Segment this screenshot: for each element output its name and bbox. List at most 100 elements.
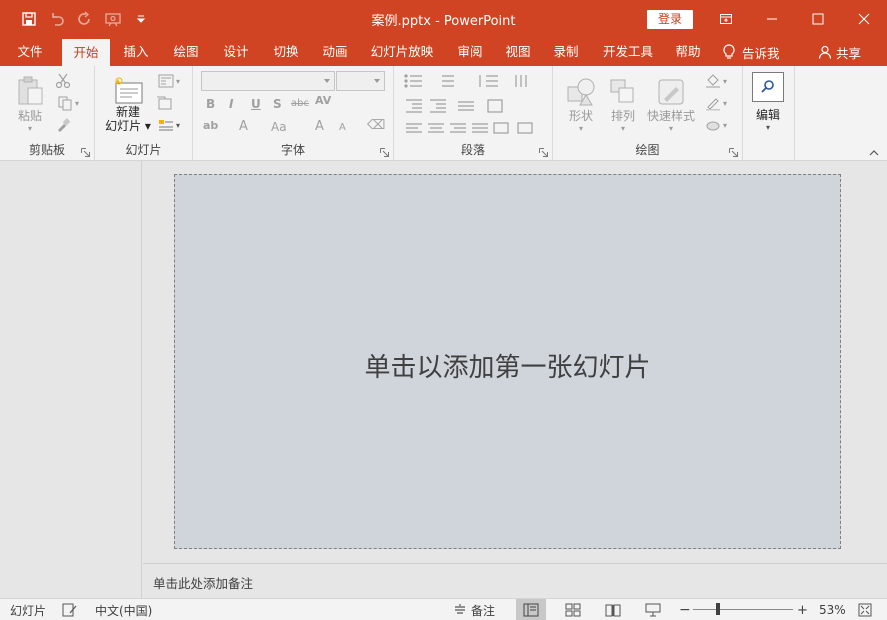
ribbon-display-icon (720, 14, 732, 24)
tab-insert[interactable]: 插入 (116, 38, 156, 66)
zoom-slider-track[interactable] (693, 609, 793, 610)
reset-slide-button[interactable] (155, 94, 173, 112)
language-indicator[interactable]: 中文(中国) (95, 599, 152, 620)
quick-styles-button[interactable]: 快速样式 ▾ (645, 72, 697, 138)
paste-button[interactable]: 粘贴 ▾ (12, 74, 48, 134)
close-button[interactable] (841, 0, 887, 38)
share-button[interactable]: 共享 (818, 38, 861, 66)
ribbon-display-options-button[interactable] (703, 0, 749, 38)
zoom-slider-thumb[interactable] (716, 603, 720, 615)
tab-file[interactable]: 文件 (8, 38, 52, 66)
fit-to-window-button[interactable] (858, 599, 872, 620)
character-spacing-button[interactable]: AV (315, 94, 331, 107)
shape-effects-button[interactable]: ▾ (701, 116, 731, 134)
quick-styles-icon (658, 79, 684, 105)
tell-me-search[interactable]: 告诉我 (722, 38, 780, 66)
normal-view-button[interactable] (516, 599, 546, 620)
zoom-in-button[interactable]: + (797, 599, 808, 620)
spell-check-button[interactable] (62, 599, 78, 620)
reading-view-icon (605, 604, 621, 617)
slide-sorter-view-button[interactable] (558, 599, 588, 620)
slide-indicator[interactable]: 幻灯片 (10, 599, 46, 620)
notes-pane[interactable]: 单击此处添加备注 (143, 563, 887, 598)
zoom-level[interactable]: 53% (819, 599, 846, 620)
shape-fill-button[interactable]: ▾ (701, 72, 731, 90)
arrange-button[interactable]: 排列 ▾ (605, 72, 641, 138)
reading-view-button[interactable] (598, 599, 628, 620)
new-slide-button[interactable]: 新建 幻灯片 ▾ (103, 72, 153, 138)
change-case-button[interactable]: Aa (271, 120, 287, 134)
redo-button[interactable] (74, 8, 96, 30)
share-label: 共享 (836, 45, 862, 61)
shape-outline-button[interactable]: ▾ (701, 94, 731, 112)
layout-button[interactable]: ▾ (155, 72, 183, 90)
text-shadow-button[interactable]: S (273, 97, 282, 111)
zoom-out-button[interactable]: − (679, 599, 691, 620)
strikethrough-button[interactable]: abc (291, 98, 309, 109)
bold-button[interactable]: B (206, 97, 215, 111)
italic-button[interactable]: I (229, 97, 233, 111)
maximize-button[interactable] (795, 0, 841, 38)
increase-font-size-button[interactable]: A (315, 119, 324, 134)
section-icon (158, 120, 173, 131)
font-family-select[interactable] (201, 71, 335, 91)
editing-button[interactable]: 编辑 ▾ (751, 71, 785, 133)
slide-thumbnail-pane[interactable] (0, 161, 142, 598)
new-slide-label-line2: 幻灯片 ▾ (105, 119, 151, 133)
paragraph-controls[interactable] (404, 72, 544, 134)
quick-access-toolbar (18, 8, 152, 30)
dialog-launcher-icon[interactable] (729, 148, 738, 157)
slideshow-view-button[interactable] (638, 599, 668, 620)
drawing-group: 形状 ▾ 排列 ▾ 快速样式 ▾ ▾ ▾ ▾ 绘图 (553, 66, 743, 161)
font-color-button[interactable]: A (239, 119, 248, 134)
minimize-button[interactable] (749, 0, 795, 38)
login-button[interactable]: 登录 (647, 10, 693, 29)
font-group: B I U S abc AV ab A Aa A A ⌫ 字体 (193, 66, 394, 161)
slide-canvas[interactable]: 单击以添加第一张幻灯片 (174, 174, 841, 549)
clipboard-group: 粘贴 ▾ ▾ 剪贴板 (0, 66, 95, 161)
dropdown-arrow-icon (136, 15, 146, 23)
tab-help[interactable]: 帮助 (668, 38, 708, 66)
paintbrush-icon (58, 118, 71, 132)
save-icon (22, 12, 36, 26)
arrange-icon (610, 79, 634, 103)
fit-window-icon (858, 603, 872, 617)
shapes-button[interactable]: 形状 ▾ (563, 72, 599, 138)
tab-record[interactable]: 录制 (546, 38, 586, 66)
tab-home[interactable]: 开始 (62, 39, 110, 67)
underline-button[interactable]: U (251, 97, 261, 111)
clear-formatting-button[interactable]: ab (203, 119, 218, 132)
tab-draw[interactable]: 绘图 (166, 38, 206, 66)
format-painter-button[interactable] (54, 116, 72, 134)
undo-button[interactable] (46, 8, 68, 30)
decrease-font-size-button[interactable]: A (339, 122, 346, 133)
reset-icon (157, 96, 172, 110)
shapes-icon (567, 78, 595, 106)
slide-placeholder-text[interactable]: 单击以添加第一张幻灯片 (175, 347, 840, 384)
dialog-launcher-icon[interactable] (380, 148, 389, 157)
dialog-launcher-icon[interactable] (81, 148, 90, 157)
tab-transitions[interactable]: 切换 (266, 38, 306, 66)
search-icon (752, 72, 784, 102)
tab-animations[interactable]: 动画 (314, 38, 356, 66)
customize-qat-button[interactable] (130, 8, 152, 30)
notes-placeholder[interactable]: 单击此处添加备注 (153, 573, 253, 592)
copy-button[interactable]: ▾ (54, 94, 82, 112)
tab-design[interactable]: 设计 (216, 38, 256, 66)
editing-group: 编辑 ▾ (743, 66, 795, 161)
tab-slideshow[interactable]: 幻灯片放映 (366, 38, 438, 66)
font-size-select[interactable] (336, 71, 385, 91)
paste-dropdown-arrow-icon: ▾ (27, 124, 32, 133)
tab-review[interactable]: 审阅 (450, 38, 490, 66)
notes-toggle-button[interactable]: 备注 (453, 599, 495, 620)
collapse-ribbon-icon[interactable] (869, 149, 879, 157)
cut-button[interactable] (54, 72, 72, 90)
dialog-launcher-icon[interactable] (539, 148, 548, 157)
save-button[interactable] (18, 8, 40, 30)
section-button[interactable]: ▾ (155, 116, 183, 134)
drawing-group-label: 绘图 (635, 143, 660, 157)
start-slideshow-button[interactable] (102, 8, 124, 30)
eraser-icon[interactable]: ⌫ (367, 118, 385, 133)
tab-developer[interactable]: 开发工具 (598, 38, 658, 66)
tab-view[interactable]: 视图 (498, 38, 538, 66)
